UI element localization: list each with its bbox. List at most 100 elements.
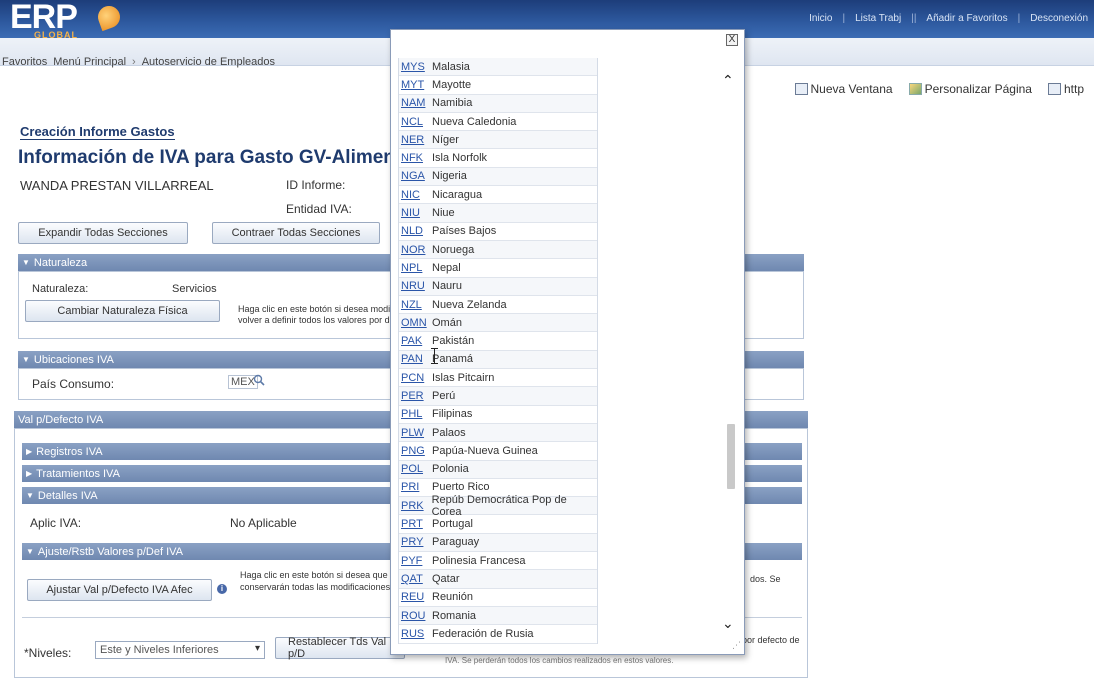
section-val-defecto-title: Val p/Defecto IVA [18,413,104,426]
adjust-defaults-button[interactable]: Ajustar Val p/Defecto IVA Afec [27,579,212,601]
niveles-select[interactable]: Este y Niveles Inferiores ▾ [95,641,265,659]
list-item[interactable]: NIU Niue [399,204,597,223]
country-code-link[interactable]: PER [399,390,428,402]
country-code-link[interactable]: NPL [399,262,428,274]
list-item[interactable]: NRU Nauru [399,277,597,296]
list-item[interactable]: PER Perú [399,387,597,406]
breadcrumb-autoservicio[interactable]: Autoservicio de Empleados [142,56,275,68]
expand-all-button[interactable]: Expandir Todas Secciones [18,222,188,244]
collapse-triangle-icon: ▼ [26,491,34,500]
list-item[interactable]: RUS Federación de Rusia [399,625,597,644]
country-code-link[interactable]: QAT [399,573,428,585]
list-item[interactable]: REU Reunión [399,589,597,607]
niveles-select-value: Este y Niveles Inferiores [100,644,219,656]
country-code-link[interactable]: NER [399,134,428,146]
link-anadir-favoritos[interactable]: Añadir a Favoritos [926,13,1007,24]
country-code-link[interactable]: NCL [399,116,428,128]
list-item[interactable]: NER Níger [399,131,597,150]
country-code-link[interactable]: PAK [399,335,428,347]
list-item[interactable]: PRK Repúb Democrática Pop de Corea [399,494,597,518]
list-item[interactable]: NOR Noruega [399,240,597,260]
country-code-link[interactable]: PLW [399,427,428,439]
country-code-link[interactable]: NIU [399,207,428,219]
country-code-link[interactable]: NIC [399,189,428,201]
country-name: Nueva Zelanda [432,298,507,311]
search-lookup-icon[interactable] [253,374,271,388]
list-item[interactable]: PLW Palaos [399,423,597,443]
link-lista-trabajo[interactable]: Lista Trabj [855,13,901,24]
restore-defaults-button[interactable]: Restablecer Tds Val p/D [275,636,405,660]
country-code-link[interactable]: NFK [399,152,428,164]
country-code-link[interactable]: PRI [399,481,428,493]
link-desconexion[interactable]: Desconexión [1030,13,1088,24]
country-code-link[interactable]: NRU [399,280,428,292]
list-item[interactable]: NZL Nueva Zelanda [399,296,597,315]
resize-grip-icon[interactable]: ⋰ [732,640,741,651]
new-window-link[interactable]: Nueva Ventana [794,82,893,96]
list-item[interactable]: OMN Omán [399,314,597,333]
separator: | [1017,13,1021,24]
close-icon[interactable]: X [726,34,738,46]
naturaleza-label: Naturaleza: [32,283,89,295]
list-item[interactable]: NPL Nepal [399,259,597,278]
country-code-link[interactable]: PCN [399,372,428,384]
collapse-all-button[interactable]: Contraer Todas Secciones [212,222,380,244]
country-code-link[interactable]: ROU [399,610,428,622]
list-item[interactable]: MYT Mayotte [399,76,597,95]
scrollbar[interactable]: ⌃ ⌄ [720,72,738,632]
expand-triangle-icon: ▶ [26,447,33,456]
country-code-link[interactable]: OMN [399,317,428,329]
change-nature-button[interactable]: Cambiar Naturaleza Física [25,300,220,322]
country-code-link[interactable]: MYT [399,79,428,91]
country-code-link[interactable]: PRY [399,536,428,548]
country-code-link[interactable]: PAN [399,353,428,365]
link-inicio[interactable]: Inicio [809,13,832,24]
list-item[interactable]: NFK Isla Norfolk [399,149,597,168]
country-name: Palaos [432,426,466,439]
list-item[interactable]: NCL Nueva Caledonia [399,113,597,132]
breadcrumb-favoritos[interactable]: Favoritos [2,56,47,68]
country-code-link[interactable]: MYS [399,61,428,73]
country-code-link[interactable]: RUS [399,628,428,640]
info-icon[interactable]: i [217,584,227,594]
list-item[interactable]: MYS Malasia [399,58,597,77]
list-item[interactable]: PRY Paraguay [399,533,597,553]
country-code-link[interactable]: NOR [399,244,428,256]
personalize-page-link[interactable]: Personalizar Página [908,82,1032,96]
list-item[interactable]: QAT Qatar [399,570,597,589]
list-item[interactable]: ROU Romania [399,606,597,626]
list-item[interactable]: PNG Papúa-Nueva Guinea [399,442,597,461]
country-code-link[interactable]: NLD [399,225,428,237]
list-item[interactable]: PCN Islas Pitcairn [399,369,597,388]
list-item[interactable]: NLD Países Bajos [399,223,597,241]
breadcrumb-menu-principal[interactable]: Menú Principal [53,56,126,68]
list-item[interactable]: PAN Panamá [399,350,597,370]
list-item[interactable]: PYF Polinesia Francesa [399,552,597,571]
country-code-link[interactable]: NZL [399,299,428,311]
country-code-link[interactable]: NAM [399,97,428,109]
change-help-text-2: volver a definir todos los valores por d… [238,315,398,325]
country-code-link[interactable]: REU [399,591,428,603]
country-code-link[interactable]: PYF [399,555,428,567]
country-code-link[interactable]: PHL [399,408,428,420]
list-item[interactable]: PHL Filipinas [399,406,597,424]
country-code-link[interactable]: POL [399,463,428,475]
list-item[interactable]: NAM Namibia [399,94,597,113]
list-item[interactable]: NIC Nicaragua [399,186,597,205]
list-item[interactable]: PRT Portugal [399,515,597,534]
country-code-link[interactable]: PRT [399,518,428,530]
change-help-text-1: Haga clic en este botón si desea modific [238,304,400,314]
http-link[interactable]: http [1047,82,1084,96]
page-title-link[interactable]: Creación Informe Gastos [20,124,175,140]
country-name: Países Bajos [432,225,497,238]
section-tratamientos-title: Tratamientos IVA [36,467,120,480]
country-code-link[interactable]: PNG [399,445,428,457]
scroll-thumb[interactable] [727,424,735,489]
chevron-down-icon[interactable]: ⌄ [722,615,734,632]
country-code-link[interactable]: NGA [399,170,428,182]
list-item[interactable]: NGA Nigeria [399,167,597,187]
country-code-link[interactable]: PRK [399,500,428,512]
list-item[interactable]: PAK Pakistán [399,332,597,351]
chevron-up-icon[interactable]: ⌃ [722,72,734,89]
list-item[interactable]: POL Polonia [399,460,597,479]
